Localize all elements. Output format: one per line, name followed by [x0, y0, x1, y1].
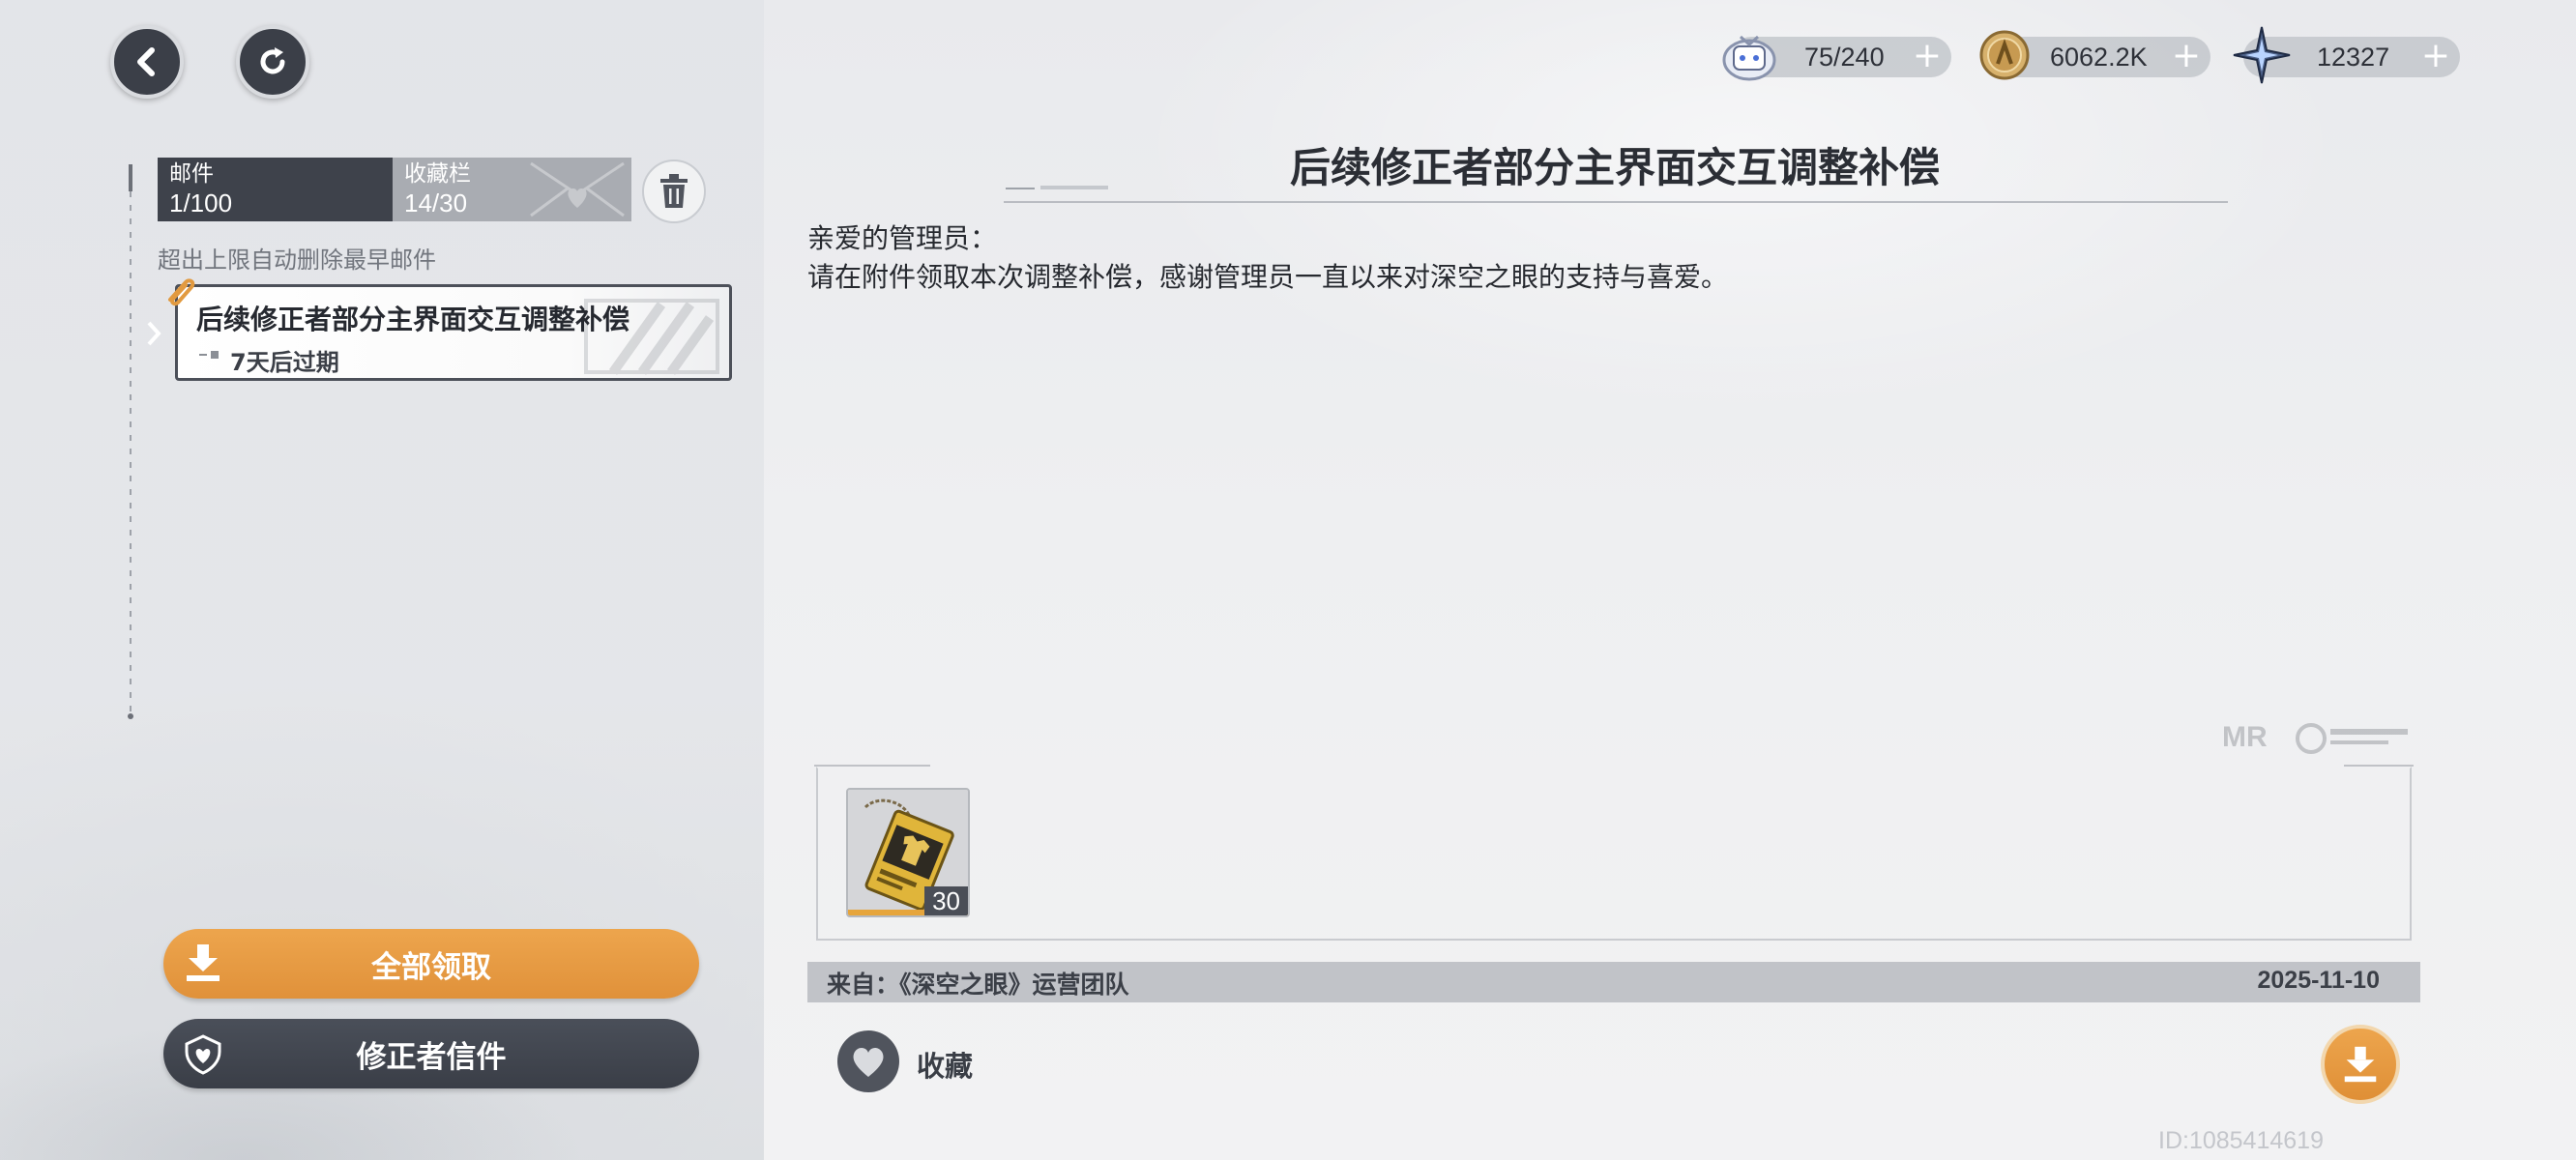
mail-list-item[interactable]: 后续修正者部分主界面交互调整补偿 7天后过期 [175, 284, 732, 381]
mail-body: 请在附件领取本次调整补偿，感谢管理员一直以来对深空之眼的支持与喜爱。 [807, 261, 1729, 293]
title-divider [1004, 201, 2228, 203]
tab-mail-count: 1/100 [169, 188, 233, 218]
mail-tabs: 邮件 1/100 收藏栏 14/30 [158, 158, 631, 221]
corrector-letters-button[interactable]: 修正者信件 [163, 1019, 699, 1088]
heart-envelope-icon [530, 161, 625, 218]
mail-sender: 来自：《深空之眼》运营团队 [827, 971, 1129, 999]
heart-shield-icon [185, 1034, 221, 1075]
coin-value: 6062.2K [2050, 43, 2148, 72]
timeline-line [130, 164, 132, 719]
claim-all-button[interactable]: 全部领取 [163, 929, 699, 999]
attachment-clip-icon [168, 278, 195, 306]
attachment-quantity: 30 [924, 886, 968, 915]
stamina-value: 75/240 [1804, 43, 1885, 72]
mail-limit-hint: 超出上限自动删除最早邮件 [158, 246, 436, 274]
currency-crystal: 12327 + [2233, 26, 2460, 84]
currency-coin: 6062.2K + [1979, 30, 2210, 80]
chevron-left-icon [137, 47, 155, 76]
corrector-letters-label: 修正者信件 [356, 1039, 507, 1075]
tab-mail[interactable]: 邮件 1/100 [158, 158, 393, 221]
heart-icon [853, 1047, 884, 1077]
refresh-icon [260, 47, 285, 74]
download-icon [2344, 1046, 2377, 1083]
expire-marker-icon [199, 351, 219, 359]
attachment-item[interactable]: 30 [846, 788, 970, 917]
mail-greeting: 亲爱的管理员： [807, 222, 998, 254]
mail-title: 后续修正者部分主界面交互调整补偿 [1289, 144, 1940, 191]
favorite-label[interactable]: 收藏 [917, 1044, 973, 1085]
publisher-logos: MR [2222, 721, 2408, 754]
download-icon [187, 944, 220, 981]
currency-stamina: 75/240 + [1722, 35, 1951, 81]
mail-item-expire: 7天后过期 [230, 349, 339, 376]
crystal-value: 12327 [2317, 43, 2390, 72]
sender-bar: 来自：《深空之眼》运营团队 2025-11-10 [807, 962, 2420, 1002]
claim-all-label: 全部领取 [371, 949, 491, 985]
timeline-top-marker [129, 164, 132, 191]
user-id: ID:1085414619 [2158, 1127, 2324, 1154]
chevron-right-icon [147, 321, 161, 346]
mail-date: 2025-11-10 [2257, 967, 2380, 994]
title-line-ornament [1006, 186, 1108, 189]
refresh-button[interactable] [236, 25, 309, 99]
back-button[interactable] [110, 25, 184, 99]
svg-text:MR: MR [2222, 721, 2268, 753]
add-stamina-button[interactable]: + [1913, 37, 1942, 75]
mail-item-title: 后续修正者部分主界面交互调整补偿 [196, 304, 630, 335]
tab-mail-label: 邮件 [169, 161, 214, 187]
favorite-button[interactable] [837, 1030, 899, 1092]
stamina-pod-icon [1717, 23, 1781, 87]
add-crystal-button[interactable]: + [2421, 37, 2450, 75]
timeline-end-dot [128, 713, 133, 719]
delete-button[interactable] [642, 160, 706, 223]
claim-attachment-button[interactable] [2321, 1025, 2400, 1104]
coin-icon [1973, 23, 2036, 87]
attachment-area [816, 767, 2412, 941]
trash-icon [660, 174, 688, 208]
star-crystal-icon [2230, 23, 2294, 87]
add-coin-button[interactable]: + [2172, 37, 2201, 75]
tab-favorites[interactable]: 收藏栏 14/30 [393, 158, 631, 221]
